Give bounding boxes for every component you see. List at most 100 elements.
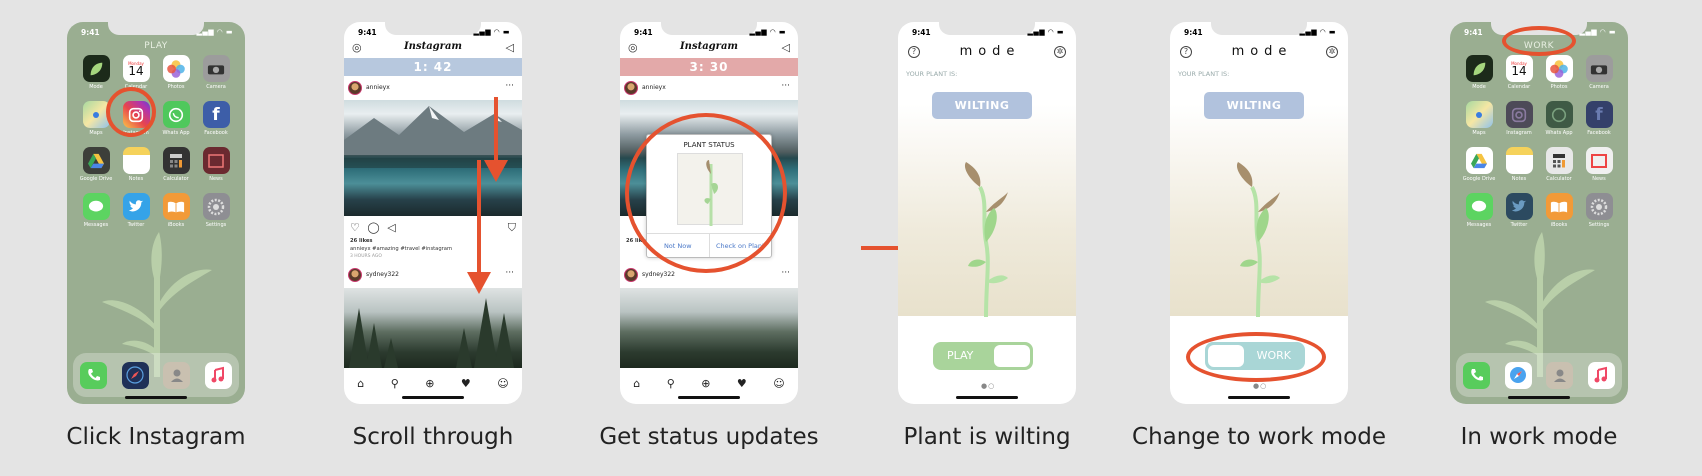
app-messages[interactable]: Messages (1459, 193, 1499, 228)
phone-icon[interactable] (80, 361, 108, 389)
home-indicator (956, 396, 1018, 399)
add-post-icon[interactable]: ⊕ (701, 377, 710, 390)
add-post-icon[interactable]: ⊕ (425, 377, 434, 390)
home-icon[interactable]: ⌂ (633, 377, 640, 390)
contacts-icon[interactable] (163, 361, 191, 389)
toggle-knob[interactable] (994, 345, 1030, 367)
avatar[interactable] (348, 268, 362, 282)
app-twitter[interactable]: Twitter (1499, 193, 1539, 228)
mode-toggle[interactable]: PLAY (933, 342, 1033, 370)
app-photos[interactable]: Photos (156, 55, 196, 90)
status-bar: 9:41 ▂▄▆ ◠ ▬ (898, 26, 1076, 38)
news-icon (1585, 147, 1613, 174)
status-time: 9:41 (1184, 28, 1203, 37)
app-news[interactable]: News (1579, 147, 1619, 182)
arrowhead-1 (484, 160, 508, 182)
dock (1456, 353, 1622, 397)
send-icon[interactable]: ◁ (506, 41, 514, 54)
bookmark-icon[interactable]: ⛉ (508, 221, 516, 235)
post-photo-forest (620, 288, 798, 368)
app-ibooks[interactable]: iBooks (156, 193, 196, 228)
app-google-drive[interactable]: Google Drive (76, 147, 116, 182)
gear-icon[interactable]: ✲ (1054, 46, 1066, 58)
app-twitter[interactable]: Twitter (116, 193, 156, 228)
step-caption: In work mode (1460, 424, 1618, 450)
safari-icon[interactable] (121, 361, 149, 389)
app-photos[interactable]: Photos (1539, 55, 1579, 90)
app-calculator[interactable]: Calculator (156, 147, 196, 182)
post-time: 3 HOURS AGO (350, 254, 382, 259)
post-header: annieyx ··· (620, 78, 798, 98)
post-likes: 26 likes (350, 238, 373, 244)
safari-icon[interactable] (1504, 361, 1532, 389)
post-username-2[interactable]: sydney322 (366, 271, 399, 278)
app-camera[interactable]: Camera (196, 55, 236, 90)
heart-icon[interactable]: ♥ (737, 377, 747, 390)
page-indicator: ●○ (1253, 382, 1268, 390)
app-mode[interactable]: Mode (76, 55, 116, 90)
more-icon[interactable]: ··· (505, 81, 514, 91)
app-facebook[interactable]: f Facebook (196, 101, 236, 136)
twitter-icon (1505, 193, 1533, 220)
drive-icon (82, 147, 110, 174)
highlight-ring-popup (625, 113, 787, 273)
app-calendar[interactable]: Monday 14 Calendar (116, 55, 156, 90)
music-icon[interactable] (204, 361, 232, 389)
highlight-ring-instagram (106, 87, 156, 137)
profile-icon[interactable]: ☺ (773, 377, 784, 390)
app-facebook[interactable]: f Facebook (1579, 101, 1619, 136)
app-settings[interactable]: Settings (196, 193, 236, 228)
app-instagram[interactable]: Instagram (1499, 101, 1539, 136)
camera-icon (202, 55, 230, 82)
home-mode-label: PLAY (144, 41, 168, 51)
app-settings[interactable]: Settings (1579, 193, 1619, 228)
music-icon[interactable] (1587, 361, 1615, 389)
app-google-drive[interactable]: Google Drive (1459, 147, 1499, 182)
share-icon[interactable]: ◁ (387, 221, 395, 234)
more-icon[interactable]: ··· (781, 268, 790, 278)
calculator-icon (162, 147, 190, 174)
camera-icon (1585, 55, 1613, 82)
post-username[interactable]: annieyx (642, 84, 666, 91)
heart-icon[interactable]: ♥ (461, 377, 471, 390)
status-time: 9:41 (358, 28, 377, 37)
send-icon[interactable]: ◁ (782, 41, 790, 54)
app-whatsapp[interactable]: Whats App (156, 101, 196, 136)
app-ibooks[interactable]: iBooks (1539, 193, 1579, 228)
home-indicator (678, 396, 740, 399)
app-calendar[interactable]: Monday 14 Calendar (1499, 55, 1539, 90)
messages-icon (82, 193, 110, 220)
app-whatsapp[interactable]: Whats App (1539, 101, 1579, 136)
more-icon[interactable]: ··· (505, 268, 514, 278)
home-icon[interactable]: ⌂ (357, 377, 364, 390)
app-camera[interactable]: Camera (1579, 55, 1619, 90)
app-mode[interactable]: Mode (1459, 55, 1499, 90)
app-calculator[interactable]: Calculator (1539, 147, 1579, 182)
contacts-icon[interactable] (1546, 361, 1574, 389)
app-notes[interactable]: Notes (116, 147, 156, 182)
search-icon[interactable]: ⚲ (667, 377, 675, 390)
signal-icons: ▂▄▆ ◠ ▬ (196, 28, 233, 36)
avatar[interactable] (348, 81, 362, 95)
app-news[interactable]: News (196, 147, 236, 182)
gear-icon[interactable]: ✲ (1326, 46, 1338, 58)
calendar-icon: Monday 14 (1505, 55, 1533, 82)
step-caption: Plant is wilting (903, 424, 1071, 450)
signal-icons: ▂▄▆ ◠ ▬ (1579, 28, 1616, 36)
heart-icon[interactable]: ♡ (350, 221, 360, 234)
app-maps[interactable]: Maps (1459, 101, 1499, 136)
phone-icon[interactable] (1463, 361, 1491, 389)
status-bar: 9:41 ▂▄▆ ◠ ▬ (620, 26, 798, 38)
search-icon[interactable]: ⚲ (391, 377, 399, 390)
avatar[interactable] (624, 268, 638, 282)
app-messages[interactable]: Messages (76, 193, 116, 228)
your-plant-label: YOUR PLANT IS: (1178, 70, 1230, 78)
post-username-2[interactable]: sydney322 (642, 271, 675, 278)
more-icon[interactable]: ··· (781, 81, 790, 91)
app-grid: Mode Monday 14 Calendar Photos Camera Maps… (76, 55, 236, 228)
profile-icon[interactable]: ☺ (497, 377, 508, 390)
avatar[interactable] (624, 81, 638, 95)
post-username[interactable]: annieyx (366, 84, 390, 91)
app-notes[interactable]: Notes (1499, 147, 1539, 182)
comment-icon[interactable]: ◯ (367, 221, 379, 234)
